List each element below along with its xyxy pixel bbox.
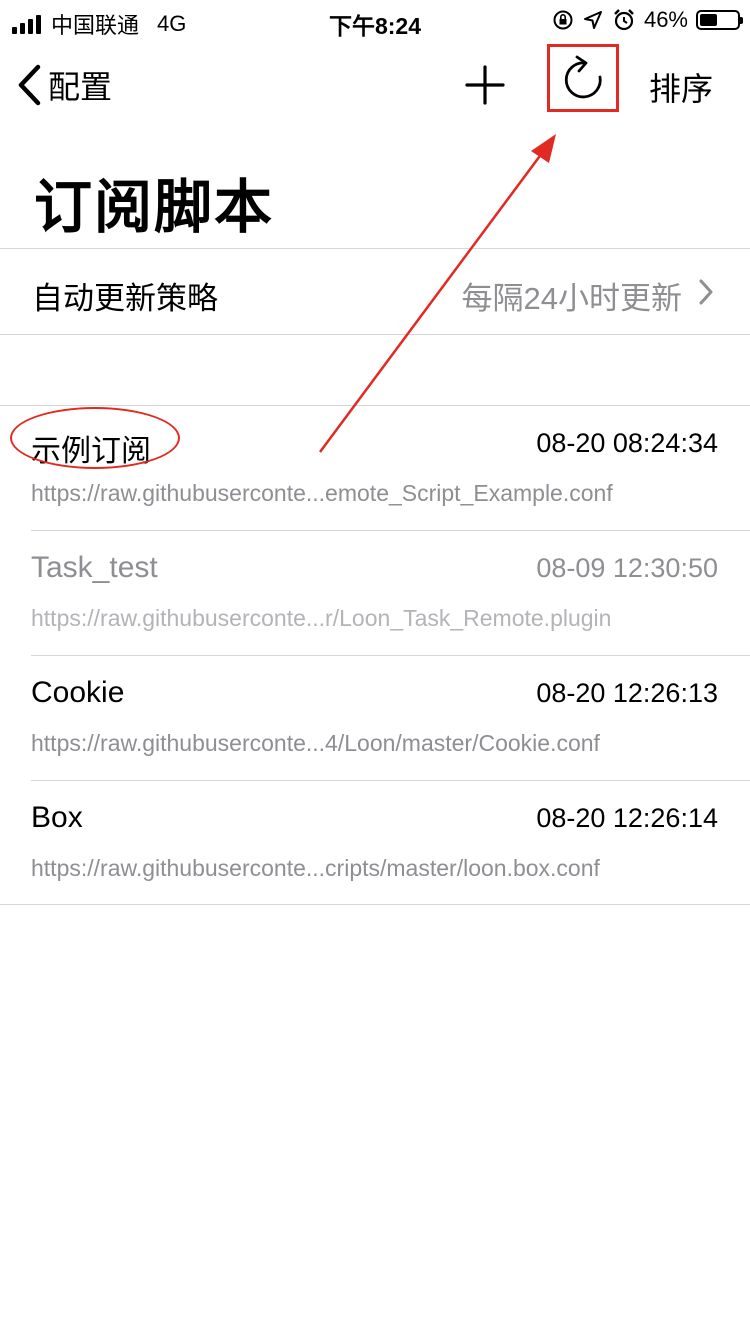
subscription-url: https://raw.githubuserconte...4/Loon/mas… bbox=[31, 730, 600, 756]
subscription-row-box[interactable]: Box 08-20 12:26:14 https://raw.githubuse… bbox=[0, 781, 750, 906]
back-label: 配置 bbox=[48, 69, 113, 105]
update-policy-row[interactable]: 自动更新策略 每隔24小时更新 bbox=[0, 249, 750, 335]
annotation-ellipse bbox=[10, 407, 180, 469]
subscription-time: 08-20 08:24:34 bbox=[536, 428, 718, 458]
battery-icon bbox=[696, 10, 743, 30]
battery-level bbox=[700, 14, 717, 26]
plus-icon[interactable] bbox=[462, 62, 508, 108]
location-icon bbox=[583, 11, 602, 29]
subscription-url: https://raw.githubuserconte...emote_Scri… bbox=[31, 480, 613, 506]
subscription-row-cookie[interactable]: Cookie 08-20 12:26:13 https://raw.github… bbox=[0, 656, 750, 781]
subscription-name: Box bbox=[31, 801, 83, 834]
subscription-row-task-test[interactable]: Task_test 08-09 12:30:50 https://raw.git… bbox=[0, 531, 750, 656]
subscription-url: https://raw.githubuserconte...cripts/mas… bbox=[31, 855, 600, 881]
back-button[interactable]: 配置 bbox=[16, 62, 112, 108]
battery-percent: 46% bbox=[643, 7, 688, 32]
nav-bar: 配置 排序 bbox=[0, 44, 750, 120]
update-policy-label: 自动更新策略 bbox=[32, 281, 218, 316]
divider bbox=[0, 904, 750, 905]
chevron-right-icon bbox=[699, 279, 713, 305]
refresh-icon bbox=[564, 55, 602, 99]
subscription-name: Cookie bbox=[31, 676, 125, 709]
refresh-button[interactable] bbox=[547, 44, 619, 112]
subscription-time: 08-20 12:26:13 bbox=[536, 678, 718, 708]
subscription-time: 08-09 12:30:50 bbox=[536, 553, 718, 583]
subscription-time: 08-20 12:26:14 bbox=[536, 803, 718, 833]
status-right: 46% bbox=[552, 7, 743, 33]
divider bbox=[0, 334, 750, 335]
orientation-lock-icon bbox=[553, 10, 573, 30]
update-policy-value: 每隔24小时更新 bbox=[461, 281, 682, 316]
chevron-left-icon bbox=[18, 64, 41, 106]
subscription-name: Task_test bbox=[31, 551, 158, 584]
page-title: 订阅脚本 bbox=[34, 175, 275, 240]
subscription-url: https://raw.githubuserconte...r/Loon_Tas… bbox=[31, 605, 612, 631]
status-bar: 中国联通 4G 下午8:24 46% bbox=[0, 0, 750, 40]
sort-button[interactable]: 排序 bbox=[649, 64, 713, 110]
alarm-icon bbox=[614, 9, 634, 31]
